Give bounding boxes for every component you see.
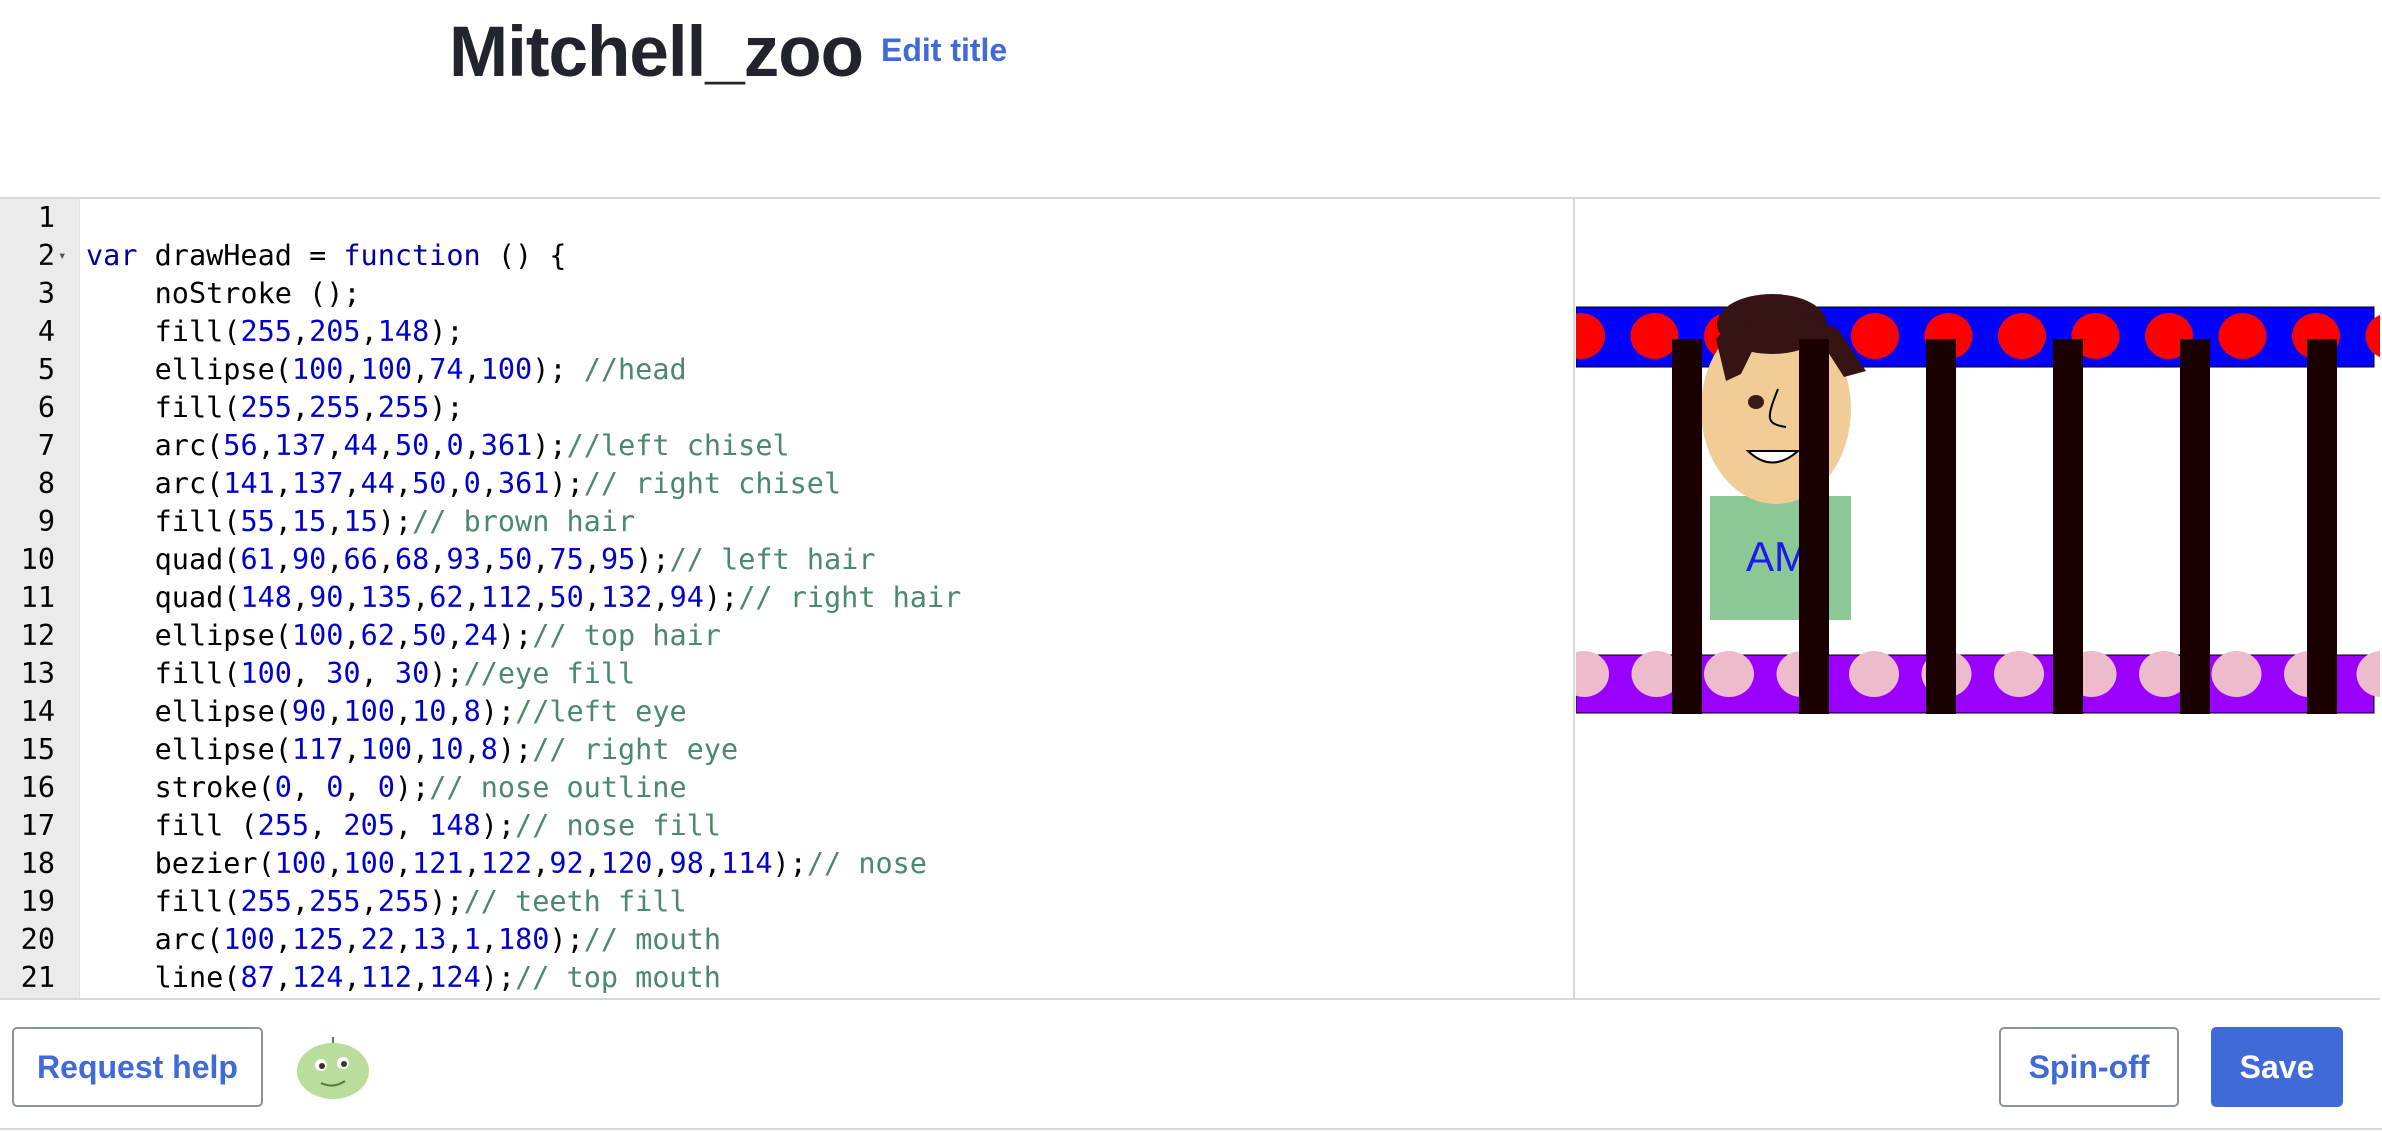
code-text: fill(55,15,15);// brown hair	[86, 505, 636, 538]
line-number: 9	[37, 505, 55, 538]
editor-area: 1 2 ▾ var drawHead = function () {3 noStrok…	[0, 197, 2380, 1000]
request-help-button[interactable]: Request help	[12, 1027, 263, 1107]
code-line[interactable]: 1	[0, 199, 1573, 237]
line-number: 3	[37, 277, 55, 310]
code-text: fill(100, 30, 30);//eye fill	[86, 657, 636, 690]
top-dot	[1998, 313, 2046, 359]
cage-bar	[2180, 339, 2210, 714]
line-number: 1	[37, 201, 55, 234]
code-text: bezier(100,100,121,122,92,120,98,114);//…	[86, 847, 927, 880]
code-line[interactable]: 20 arc(100,125,22,13,1,180);// mouth	[0, 921, 1573, 959]
code-text: arc(56,137,44,50,0,361);//left chisel	[86, 429, 790, 462]
code-text: var drawHead = function () {	[86, 239, 567, 272]
bottom-divider	[0, 1128, 2382, 1130]
line-number: 20	[20, 923, 55, 956]
cage-bar	[1926, 339, 1956, 714]
code-line[interactable]: 13 fill(100, 30, 30);//eye fill	[0, 655, 1573, 693]
line-number: 5	[37, 353, 55, 386]
code-text: line(87,124,112,124);// top mouth	[86, 961, 721, 994]
cage-bar	[2053, 339, 2083, 714]
line-number: 18	[20, 847, 55, 880]
line-number: 8	[37, 467, 55, 500]
code-line[interactable]: 2 ▾ var drawHead = function () {	[0, 237, 1573, 275]
code-line[interactable]: 9 fill(55,15,15);// brown hair	[0, 503, 1573, 541]
line-number: 21	[20, 961, 55, 994]
line-number: 4	[37, 315, 55, 348]
line-number: 12	[20, 619, 55, 652]
fold-toggle-icon[interactable]: ▾	[58, 237, 66, 275]
bottom-dot	[2211, 651, 2262, 697]
edit-title-link[interactable]: Edit title	[881, 28, 1007, 72]
code-text: quad(148,90,135,62,112,50,132,94);// rig…	[86, 581, 962, 614]
program-output-canvas[interactable]: AM	[1576, 199, 2380, 998]
code-lines[interactable]: 1 2 ▾ var drawHead = function () {3 noStrok…	[0, 199, 1573, 997]
code-line[interactable]: 15 ellipse(117,100,10,8);// right eye	[0, 731, 1573, 769]
code-text: fill(255,255,255);// teeth fill	[86, 885, 687, 918]
code-line[interactable]: 19 fill(255,255,255);// teeth fill	[0, 883, 1573, 921]
top-dot	[1851, 313, 1899, 359]
cage-bar	[1672, 339, 1702, 714]
code-line[interactable]: 17 fill (255, 205, 148);// nose fill	[0, 807, 1573, 845]
code-line[interactable]: 10 quad(61,90,66,68,93,50,75,95);// left…	[0, 541, 1573, 579]
code-text: fill(255,255,255);	[86, 391, 464, 424]
code-line[interactable]: 11 quad(148,90,135,62,112,50,132,94);// …	[0, 579, 1573, 617]
bottom-dot	[1704, 651, 1754, 697]
top-dot	[1630, 313, 1679, 359]
save-button[interactable]: Save	[2211, 1027, 2343, 1107]
code-text: arc(100,125,22,13,1,180);// mouth	[86, 923, 722, 956]
code-line[interactable]: 16 stroke(0, 0, 0);// nose outline	[0, 769, 1573, 807]
line-number: 15	[20, 733, 55, 766]
bottom-toolbar: Request help Spin-off Save	[0, 1002, 2382, 1132]
code-line[interactable]: 6 fill(255,255,255);	[0, 389, 1573, 427]
mascot-icon	[297, 1037, 369, 1099]
bottom-dot	[1849, 651, 1899, 697]
code-line[interactable]: 4 fill(255,205,148);	[0, 313, 1573, 351]
cage-bar	[2307, 339, 2337, 714]
code-text: quad(61,90,66,68,93,50,75,95);// left ha…	[86, 543, 876, 576]
code-line[interactable]: 12 ellipse(100,62,50,24);// top hair	[0, 617, 1573, 655]
line-number: 17	[20, 809, 55, 842]
top-dot	[2218, 313, 2267, 359]
line-number: 16	[20, 771, 55, 804]
line-number: 6	[37, 391, 55, 424]
line-number: 14	[20, 695, 55, 728]
line-number: 11	[20, 581, 55, 614]
avatar[interactable]	[293, 1035, 371, 1101]
code-line[interactable]: 14 ellipse(90,100,10,8);//left eye	[0, 693, 1573, 731]
code-text: ellipse(100,100,74,100); //head	[86, 353, 687, 386]
line-number: 2	[37, 239, 55, 272]
line-number: 13	[20, 657, 55, 690]
code-text: fill(255,205,148);	[86, 315, 464, 348]
line-number: 19	[20, 885, 55, 918]
bottom-dot	[1994, 651, 2044, 697]
code-text: ellipse(117,100,10,8);// right eye	[86, 733, 739, 766]
code-text: noStroke ();	[86, 277, 361, 310]
code-line[interactable]: 3 noStroke ();	[0, 275, 1573, 313]
spinoff-button[interactable]: Spin-off	[1999, 1027, 2179, 1107]
code-text: arc(141,137,44,50,0,361);// right chisel	[86, 467, 842, 500]
page-title: Mitchell_zoo	[449, 13, 864, 92]
code-text: stroke(0, 0, 0);// nose outline	[86, 771, 687, 804]
code-text: ellipse(90,100,10,8);//left eye	[86, 695, 687, 728]
code-editor[interactable]: 1 2 ▾ var drawHead = function () {3 noStrok…	[0, 199, 1575, 998]
zoo-drawing: AM	[1576, 294, 2380, 714]
code-line[interactable]: 21 line(87,124,112,124);// top mouth	[0, 959, 1573, 997]
cage-bar	[1799, 339, 1829, 714]
code-line[interactable]: 7 arc(56,137,44,50,0,361);//left chisel	[0, 427, 1573, 465]
code-line[interactable]: 5 ellipse(100,100,74,100); //head	[0, 351, 1573, 389]
code-line[interactable]: 18 bezier(100,100,121,122,92,120,98,114)…	[0, 845, 1573, 883]
line-number: 10	[20, 543, 55, 576]
code-line[interactable]: 8 arc(141,137,44,50,0,361);// right chis…	[0, 465, 1573, 503]
code-text: fill (255, 205, 148);// nose fill	[86, 809, 721, 842]
line-number: 7	[37, 429, 55, 462]
code-text: ellipse(100,62,50,24);// top hair	[86, 619, 721, 652]
